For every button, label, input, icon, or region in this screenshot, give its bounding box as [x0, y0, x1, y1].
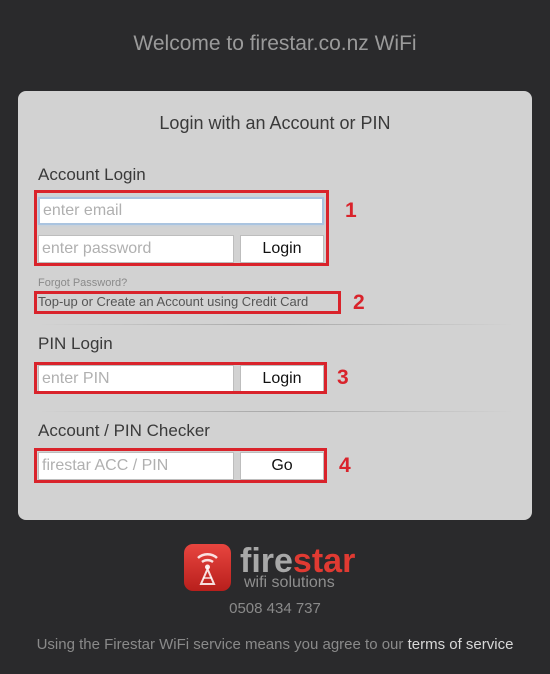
- annotation-number-4: 4: [339, 454, 351, 477]
- divider: [38, 324, 514, 325]
- checker-heading: Account / PIN Checker: [38, 421, 210, 440]
- wifi-tower-icon: [184, 544, 231, 591]
- footer: Using the Firestar WiFi service means yo…: [0, 636, 550, 653]
- terms-of-service-link[interactable]: terms of service: [408, 636, 514, 653]
- annotation-box-4: [34, 448, 327, 483]
- panel-title: Login with an Account or PIN: [159, 113, 391, 133]
- pin-login-heading: PIN Login: [38, 334, 113, 353]
- divider: [38, 411, 514, 412]
- annotation-number-1: 1: [345, 199, 357, 222]
- phone-number: 0508 434 737: [229, 600, 321, 617]
- annotation-box-3: [34, 362, 327, 394]
- forgot-password-link[interactable]: Forgot Password?: [38, 277, 127, 289]
- firestar-logo: firestar wifi solutions: [184, 542, 374, 594]
- account-login-heading: Account Login: [38, 165, 146, 184]
- brand-tagline: wifi solutions: [244, 574, 335, 591]
- annotation-box-1: [34, 190, 329, 266]
- footer-text: Using the Firestar WiFi service means yo…: [36, 636, 408, 653]
- annotation-number-3: 3: [337, 366, 349, 389]
- page-title: Welcome to firestar.co.nz WiFi: [133, 32, 417, 55]
- annotation-box-2: [34, 291, 341, 314]
- annotation-number-2: 2: [353, 291, 365, 314]
